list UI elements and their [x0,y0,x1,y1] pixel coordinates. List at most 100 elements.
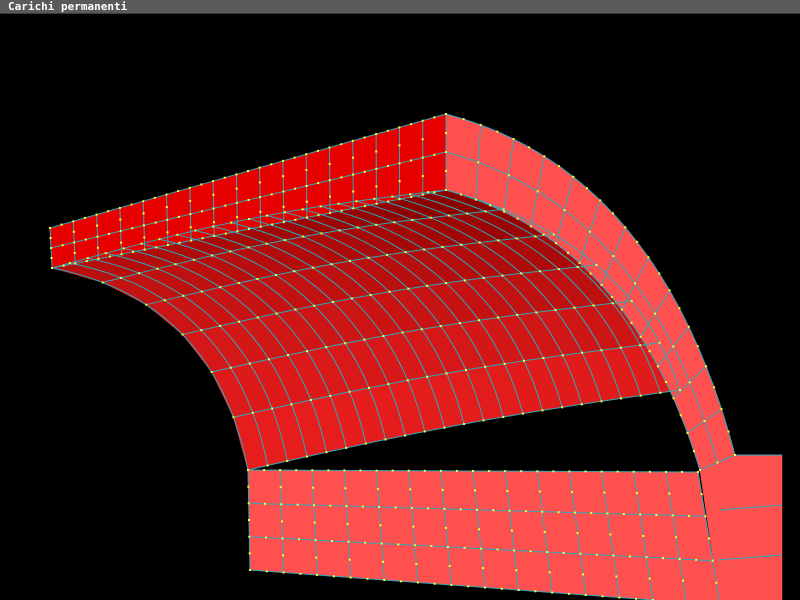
mesh-node [108,255,111,258]
mesh-node [391,469,394,472]
mesh-node [664,381,667,383]
mesh-node [119,218,122,221]
mesh-node [86,257,89,260]
slab-element [283,185,308,223]
mesh-node [332,301,334,303]
wall-element [472,470,510,512]
mesh-node [506,490,509,492]
mesh-node [363,205,366,208]
mesh-node [612,212,614,215]
mesh-node [542,233,545,236]
mesh-node [177,215,180,218]
mesh-node [639,344,642,347]
mesh-node [541,510,544,513]
mesh-node [274,274,277,276]
mesh-node [616,470,619,473]
mesh-node [595,264,598,266]
wall-element [447,546,486,588]
mesh-node [520,470,523,473]
mesh-node [104,252,107,255]
wall-element [381,543,419,583]
mesh-node [213,234,216,237]
mesh-node [600,470,603,473]
mesh-node [108,232,111,235]
mesh-node [305,184,308,187]
mesh-node [600,284,603,286]
mesh-node [734,454,736,456]
mesh-node [720,408,723,411]
mesh-node [259,196,262,199]
mesh-node [270,193,273,196]
mesh-node [344,342,347,345]
mesh-node [131,227,134,230]
mesh-node [557,511,560,514]
wall-element [509,510,548,553]
mesh-node [224,204,227,207]
mesh-node [536,470,539,473]
mesh-node [361,505,364,508]
mesh-node [386,129,389,132]
mesh-node [447,214,450,217]
mesh-node [504,470,507,473]
mesh-node [503,362,506,365]
mesh-node [421,138,424,141]
mesh-node [516,313,519,316]
mesh-node [344,487,347,490]
mesh-node [584,594,587,596]
mesh-node [280,503,283,506]
mesh-node [283,239,286,242]
mesh-node [346,523,349,525]
mesh-node [612,255,615,258]
wall-element [569,471,608,514]
mesh-node [620,308,623,311]
mesh-node [189,199,192,202]
mesh-node [247,485,250,488]
mesh-node [375,202,378,205]
mesh-node [305,216,308,219]
mesh-node [479,123,482,126]
mesh-node [445,151,447,153]
mesh-node [445,170,447,172]
mesh-node [467,585,470,588]
mesh-node [312,504,315,507]
mesh-node [338,229,341,232]
wall-element [444,508,482,550]
mesh-node [120,253,123,256]
mesh-node [705,365,708,368]
mesh-node [484,586,486,589]
mesh-node [546,551,549,554]
mesh-node [687,325,690,328]
mesh-node [458,322,461,325]
mesh-node [265,214,268,217]
mesh-node [163,299,166,302]
mesh-node [421,175,424,178]
mesh-node [426,375,429,378]
mesh-node [521,412,524,415]
wall-element [280,503,316,541]
mesh-node [296,503,299,506]
mesh-node [460,193,463,196]
mesh-node [382,560,384,563]
mesh-node [609,533,612,536]
mesh-node [576,532,579,535]
wall-element [376,470,413,509]
mesh-node [551,591,554,594]
mesh-node [441,246,444,248]
mesh-node [401,331,404,334]
title-bar[interactable]: Carichi permanenti [0,0,800,14]
mesh-node [439,325,442,328]
wall-element [247,469,282,505]
mesh-node [212,180,215,183]
mesh-node [190,239,193,242]
mesh-node [119,276,122,279]
mesh-node [295,469,298,472]
mesh-node [612,554,615,557]
wall-element [378,506,416,546]
3d-viewport[interactable] [0,14,800,600]
mesh-node [433,153,436,156]
mesh-node [142,212,145,215]
mesh-node [464,369,467,371]
fem-mesh-render[interactable] [0,14,800,600]
mesh-node [409,488,412,491]
mesh-node [460,243,463,246]
